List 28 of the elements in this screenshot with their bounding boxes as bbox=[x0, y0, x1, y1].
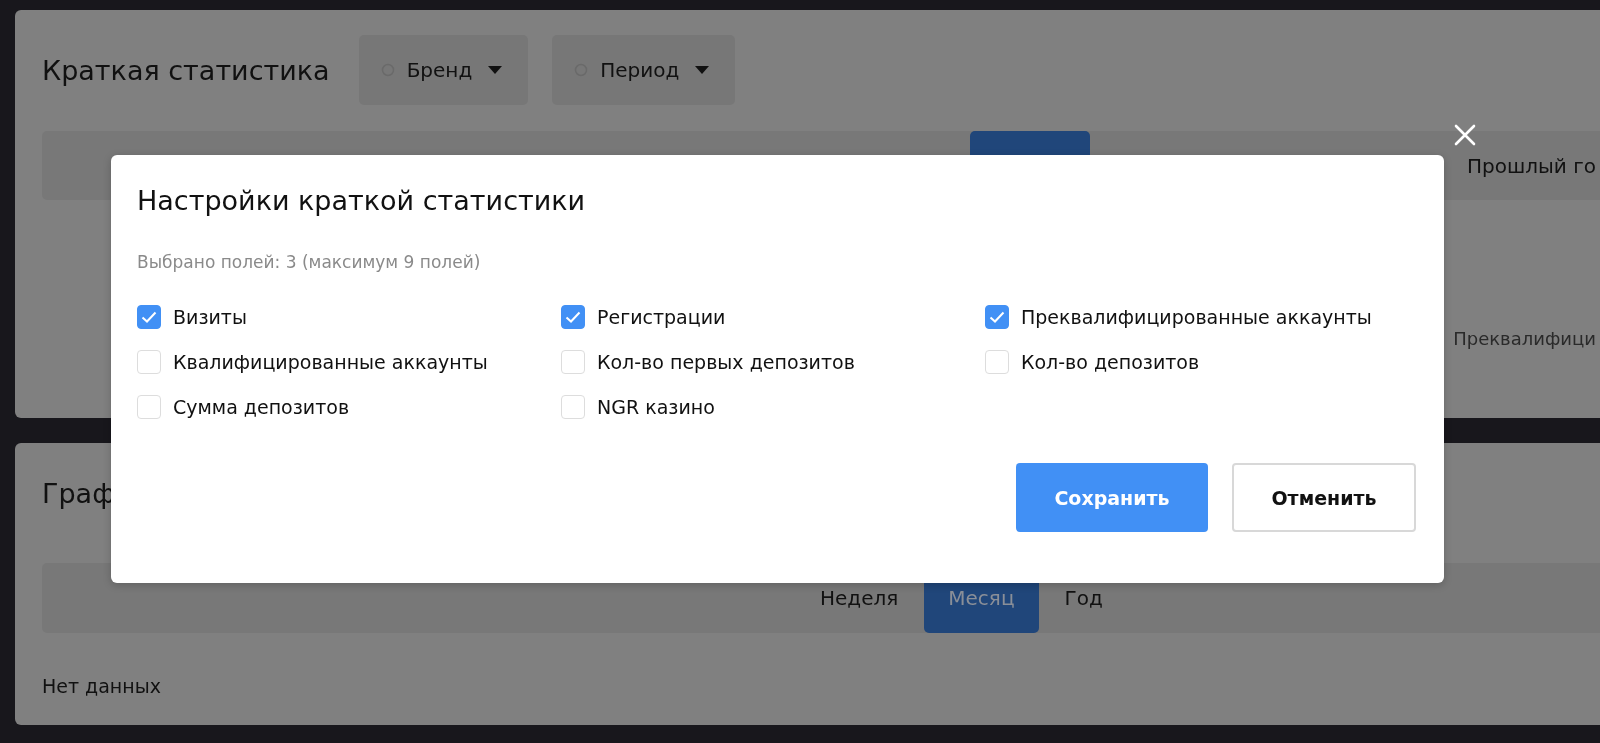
caret-icon bbox=[695, 66, 710, 74]
period-tab[interactable]: Прошлый го bbox=[1467, 131, 1596, 200]
check-icon bbox=[141, 311, 157, 323]
cancel-button[interactable]: Отменить bbox=[1232, 463, 1416, 532]
field-option[interactable]: Кол-во первых депозитов bbox=[561, 349, 985, 375]
panel-title: Краткая статистика bbox=[42, 54, 330, 86]
metric-label: Преквалифици bbox=[1453, 328, 1596, 349]
check-icon bbox=[565, 311, 581, 323]
check-icon bbox=[989, 311, 1005, 323]
selection-count: Выбрано полей: 3 (максимум 9 полей) bbox=[137, 252, 481, 272]
field-option[interactable]: Преквалифицированные аккаунты bbox=[985, 304, 1416, 330]
field-option[interactable]: Регистрации bbox=[561, 304, 985, 330]
dialog-title: Настройки краткой статистики bbox=[137, 185, 586, 216]
field-option[interactable]: Визиты bbox=[137, 304, 561, 330]
field-option[interactable]: Кол-во депозитов bbox=[985, 349, 1416, 375]
close-icon[interactable] bbox=[1454, 124, 1476, 146]
checkbox[interactable] bbox=[137, 305, 161, 329]
checkbox[interactable] bbox=[561, 305, 585, 329]
filter-dropdown[interactable]: Период bbox=[552, 35, 736, 105]
field-option[interactable]: Сумма депозитов bbox=[137, 394, 561, 420]
empty-message: Нет данных bbox=[42, 675, 162, 697]
checkbox[interactable] bbox=[985, 305, 1009, 329]
period-tab[interactable]: Год bbox=[1044, 563, 1123, 633]
caret-icon bbox=[488, 66, 503, 74]
field-option[interactable]: Квалифицированные аккаунты bbox=[137, 349, 561, 375]
field-option[interactable]: NGR казино bbox=[561, 394, 985, 420]
period-tab[interactable]: Неделя bbox=[800, 563, 919, 633]
filter-dropdown[interactable]: Бренд bbox=[358, 35, 529, 105]
